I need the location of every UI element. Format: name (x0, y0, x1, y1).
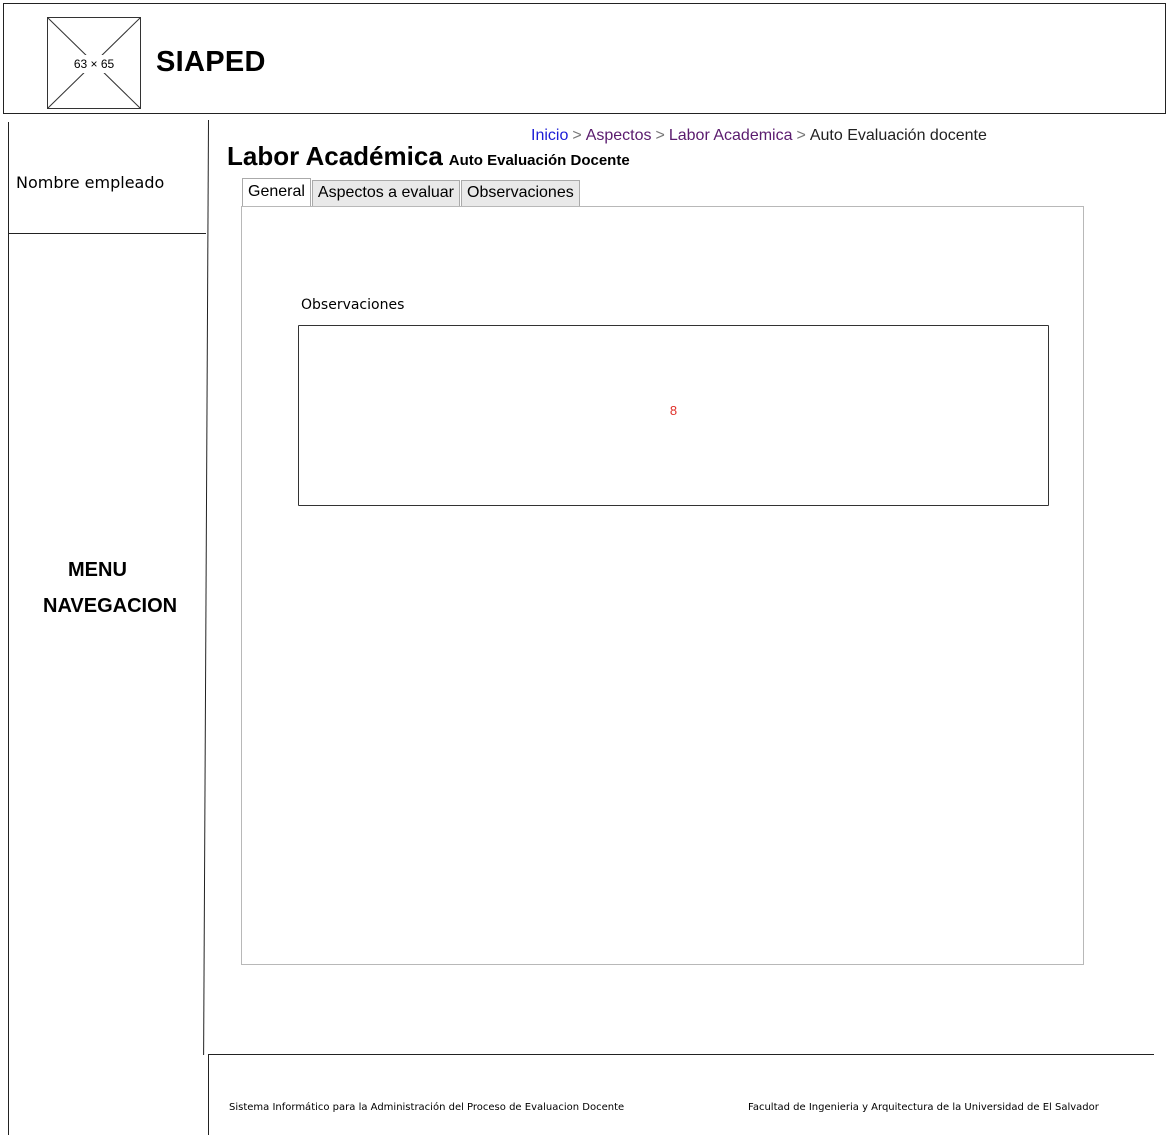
logo-size-label: 63 × 65 (66, 55, 122, 73)
sidebar-divider (9, 233, 206, 234)
navigation-menu[interactable]: MENU NAVEGACION (35, 556, 195, 621)
sidebar-right-border (203, 120, 209, 1055)
sidebar-left-border (8, 122, 9, 1135)
footer-faculty-name: Facultad de Ingenieria y Arquitectura de… (748, 1102, 1099, 1113)
tab-panel (241, 206, 1084, 965)
header-bar: 63 × 65 SIAPED (3, 3, 1166, 114)
tab-aspectos-a-evaluar[interactable]: Aspectos a evaluar (311, 180, 460, 206)
footer-left-border (208, 1054, 209, 1135)
breadcrumb-labor-academica[interactable]: Labor Academica (669, 127, 793, 144)
page-subtitle: Auto Evaluación Docente (448, 152, 630, 169)
menu-label: MENU (68, 559, 127, 581)
breadcrumb-separator: > (655, 127, 665, 144)
observations-value: 8 (669, 403, 678, 418)
navegacion-label: NAVEGACION (43, 595, 178, 617)
tab-general[interactable]: General (242, 178, 311, 206)
employee-name: Nombre empleado (16, 173, 165, 192)
tab-bar: General Aspectos a evaluar Observaciones (242, 178, 581, 207)
logo-placeholder: 63 × 65 (47, 17, 141, 109)
app-title: SIAPED (156, 46, 266, 78)
footer-system-name: Sistema Informático para la Administraci… (229, 1102, 625, 1113)
page-title: Labor Académica Auto Evaluación Docente (227, 141, 630, 172)
tab-observaciones[interactable]: Observaciones (461, 180, 580, 206)
page-title-text: Labor Académica (227, 141, 443, 171)
breadcrumb-current: Auto Evaluación docente (809, 127, 987, 144)
footer-top-border (208, 1054, 1154, 1055)
observations-label: Observaciones (301, 297, 405, 313)
breadcrumb-separator: > (796, 127, 806, 144)
observations-textarea[interactable]: 8 (298, 325, 1049, 506)
